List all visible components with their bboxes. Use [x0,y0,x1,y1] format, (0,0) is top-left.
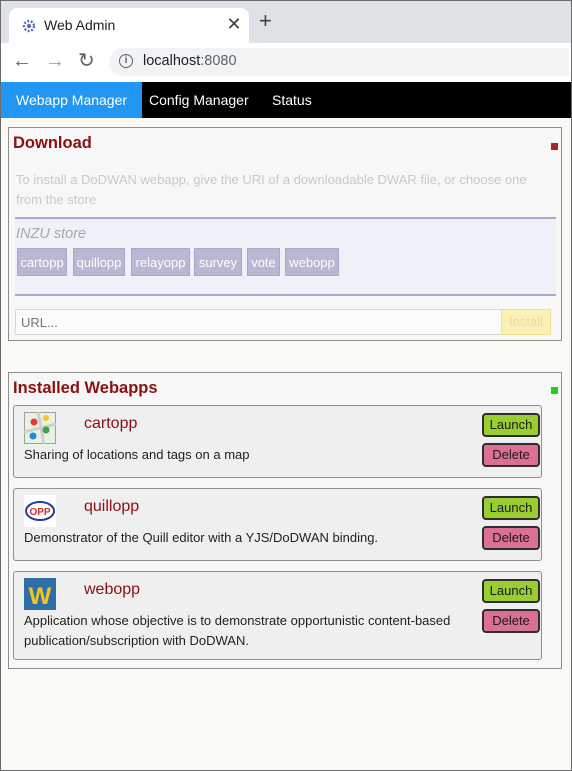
url-text: localhost:8080 [143,53,237,69]
installed-panel: Installed Webapps cartopp Sharing of loc… [8,372,562,669]
store-app-webopp[interactable]: webopp [285,248,339,276]
delete-button[interactable]: Delete [482,609,540,633]
launch-button[interactable]: Launch [482,496,540,520]
quill-logo-icon: OPP [24,495,56,527]
browser-chrome: Web Admin ✕ + ← → ↻ i localhost:8080 [1,1,571,82]
url-port: :8080 [200,53,237,69]
delete-button[interactable]: Delete [482,443,540,467]
app-menubar: Webapp Manager Config Manager Status [1,82,571,118]
back-arrow-icon[interactable]: ← [12,51,32,71]
url-host: localhost [143,53,201,69]
download-panel: Download To install a DoDWAN webapp, giv… [8,127,562,341]
tab-strip: Web Admin ✕ + [1,1,571,43]
quill-logo-text: OPP [29,507,50,518]
webapp-card-webopp: W webopp Application whose objective is … [13,571,542,660]
store-app-relayopp[interactable]: relayopp [131,248,190,276]
map-icon [24,412,56,444]
launch-button[interactable]: Launch [482,413,540,437]
webapp-name: cartopp [84,415,138,432]
delete-button[interactable]: Delete [482,526,540,550]
download-title: Download [13,134,92,152]
launch-button[interactable]: Launch [482,579,540,603]
address-bar[interactable]: i localhost:8080 [109,48,569,76]
menu-webapp-manager[interactable]: Webapp Manager [1,82,143,118]
menu-status[interactable]: Status [257,82,327,118]
store-title: INZU store [16,226,87,242]
webapp-name: quillopp [84,498,140,515]
webapp-card-cartopp: cartopp Sharing of locations and tags on… [13,405,542,478]
forward-arrow-icon[interactable]: → [45,51,65,71]
download-intro: To install a DoDWAN webapp, give the URI… [16,172,527,207]
webapp-card-quillopp: OPP quillopp Demonstrator of the Quill e… [13,488,542,561]
url-input[interactable] [15,309,502,335]
new-tab-button[interactable]: + [259,10,272,32]
install-button[interactable]: Install [501,309,551,335]
w-logo-icon: W [24,578,56,610]
menu-config-manager[interactable]: Config Manager [134,82,264,118]
browser-tab[interactable]: Web Admin ✕ [9,8,249,43]
gear-favicon-icon [22,19,36,33]
store-app-survey[interactable]: survey [194,248,242,276]
store-app-vote[interactable]: vote [247,248,280,276]
webapp-description: Sharing of locations and tags on a map [24,447,250,462]
w-logo-text: W [29,583,52,610]
webapp-name: webopp [84,581,141,598]
tab-close-icon[interactable]: ✕ [225,14,243,35]
webapp-description: Demonstrator of the Quill editor with a … [24,530,379,545]
browser-toolbar: ← → ↻ i localhost:8080 [1,43,571,82]
info-icon[interactable]: i [119,54,133,68]
installed-title: Installed Webapps [13,379,158,397]
webapp-description: Application whose objective is to demons… [24,613,451,648]
installed-status-marker [551,387,558,394]
store-app-cartopp[interactable]: cartopp [17,248,67,276]
tab-title: Web Admin [44,17,116,33]
store-app-quillopp[interactable]: quillopp [73,248,125,276]
store-section: INZU store cartopp quillopp relayopp sur… [15,217,556,296]
reload-icon[interactable]: ↻ [78,51,95,71]
download-status-marker [551,143,558,150]
